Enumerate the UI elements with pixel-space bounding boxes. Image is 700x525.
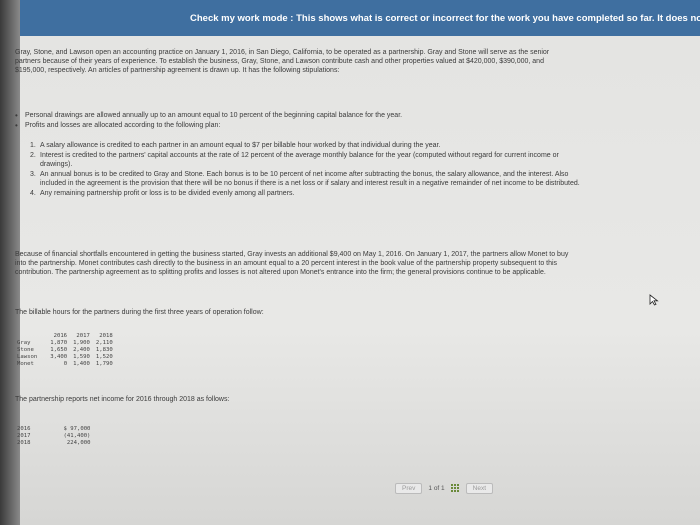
hours-cell: 2,400	[73, 347, 90, 353]
question-pagination: Prev 1 of 1 Next	[395, 482, 494, 494]
hours-cell: 1,650	[50, 347, 68, 353]
hours-cell: 1,400	[73, 361, 90, 367]
bullet-item: Profits and losses are allocated accordi…	[15, 121, 575, 130]
table-row: Gray 1,870 1,900 2,110	[14, 340, 116, 347]
page-current: 1	[428, 484, 432, 492]
step-number: 3.	[30, 171, 36, 178]
column-header: 2018	[99, 333, 113, 339]
grid-icon[interactable]	[450, 483, 460, 493]
plan-step: 3. An annual bonus is to be credited to G…	[30, 170, 580, 188]
partner-name: Gray	[17, 340, 31, 346]
column-header: 2016	[53, 333, 68, 339]
hours-cell: 1,590	[73, 354, 90, 360]
page-of: of	[433, 484, 440, 492]
step-text: Interest is credited to the partners' ca…	[40, 152, 559, 168]
partner-name: Stone	[17, 347, 34, 353]
net-income-table: 2016 $ 97,000 2017 (41,400) 2018 224,000	[14, 426, 93, 447]
partner-name: Monet	[17, 361, 34, 367]
income-cell: $ 97,000	[63, 426, 91, 432]
table-row: 2016 $ 97,000	[14, 426, 93, 433]
step-text: A salary allowance is credited to each p…	[40, 142, 441, 149]
plan-step: 2. Interest is credited to the partners' …	[30, 151, 580, 169]
page-indicator: 1 of 1	[428, 485, 444, 492]
year-cell: 2017	[17, 433, 31, 439]
table-row: Lawson 3,400 1,590 1,520	[14, 354, 116, 361]
hours-cell: 1,830	[95, 347, 113, 353]
hours-cell: 2,110	[95, 340, 113, 346]
table-row: 2018 224,000	[14, 440, 93, 447]
column-header: 2017	[76, 333, 90, 339]
mouse-cursor-icon	[649, 294, 659, 306]
table-row: Stone 1,650 2,400 1,830	[14, 347, 116, 354]
year-cell: 2018	[17, 440, 31, 446]
year-cell: 2016	[17, 426, 31, 432]
net-income-intro: The partnership reports net income for 2…	[15, 396, 230, 403]
blank-header	[14, 333, 47, 340]
check-my-work-banner: Check my work mode : This shows what is …	[20, 0, 700, 36]
plan-step: 1. A salary allowance is credited to each…	[30, 141, 580, 150]
step-number: 1.	[30, 142, 36, 149]
stipulation-bullets: Personal drawings are allowed annually u…	[15, 111, 575, 131]
next-button[interactable]: Next	[465, 482, 494, 494]
table-row: 2017 (41,400)	[14, 433, 93, 440]
prev-button[interactable]: Prev	[395, 482, 423, 494]
step-number: 2.	[30, 152, 36, 159]
step-text: An annual bonus is to be credited to Gra…	[40, 171, 580, 187]
hours-cell: 1,870	[50, 340, 68, 346]
hours-cell: 1,520	[95, 354, 113, 360]
hours-cell: 1,790	[95, 361, 113, 367]
problem-content	[20, 36, 700, 525]
hours-cell: 1,900	[73, 340, 90, 346]
bullet-item: Personal drawings are allowed annually u…	[15, 111, 575, 120]
income-cell: 224,000	[66, 440, 91, 446]
income-cell: (41,400)	[63, 433, 91, 439]
allocation-plan-list: 1. A salary allowance is credited to each…	[30, 141, 580, 199]
step-number: 4.	[30, 190, 36, 197]
page-total: 1	[441, 484, 445, 492]
hours-intro: The billable hours for the partners duri…	[15, 309, 264, 316]
partner-name: Lawson	[17, 354, 38, 360]
intro-paragraph: Gray, Stone, and Lawson open an accounti…	[15, 49, 550, 74]
billable-hours-table: 2016 2017 2018 Gray 1,870 1,900 2,110 St…	[14, 333, 116, 368]
step-text: Any remaining partnership profit or loss…	[40, 190, 295, 197]
monet-paragraph: Because of financial shortfalls encounte…	[15, 251, 569, 276]
table-row: Monet 0 1,400 1,790	[14, 361, 116, 368]
hours-cell: 0	[63, 361, 68, 367]
plan-step: 4. Any remaining partnership profit or lo…	[30, 189, 580, 198]
table-header-row: 2016 2017 2018	[14, 333, 116, 340]
hours-cell: 3,400	[50, 354, 68, 360]
